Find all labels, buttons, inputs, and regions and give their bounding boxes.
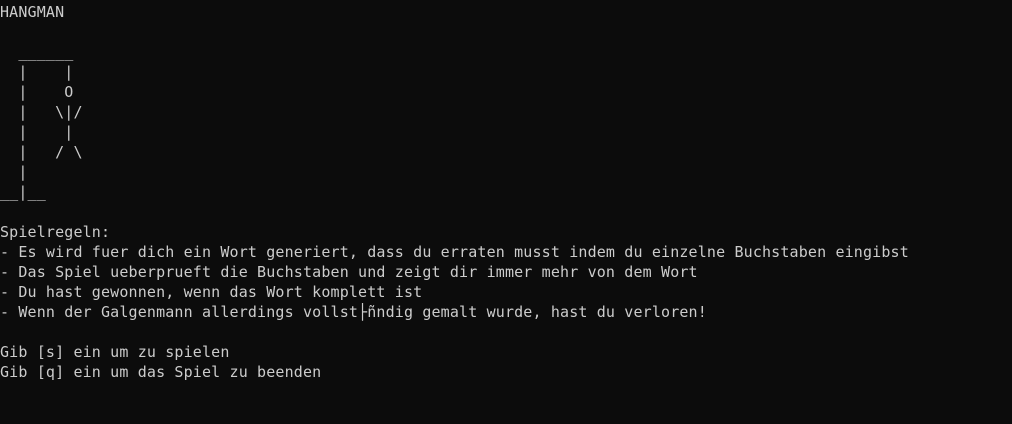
rule-item: - Wenn der Galgenmann allerdings vollst├… bbox=[0, 303, 707, 321]
app-title: HANGMAN bbox=[0, 3, 65, 21]
gallows-line: | | bbox=[0, 123, 74, 141]
gallows-line: __|__ bbox=[0, 183, 46, 201]
gallows-line: ______ bbox=[0, 43, 74, 61]
gallows-line: | | bbox=[0, 63, 74, 81]
rule-item: - Das Spiel ueberprueft die Buchstaben u… bbox=[0, 263, 698, 281]
gallows-line: | / \ bbox=[0, 143, 83, 161]
terminal-output: HANGMAN ______ | | | O | \|/ | | | / \ |… bbox=[0, 2, 1012, 424]
rules-heading: Spielregeln: bbox=[0, 223, 111, 241]
play-prompt: Gib [s] ein um zu spielen bbox=[0, 343, 230, 361]
gallows-line: | O bbox=[0, 83, 74, 101]
rule-item: - Es wird fuer dich ein Wort generiert, … bbox=[0, 243, 909, 261]
rule-item: - Du hast gewonnen, wenn das Wort komple… bbox=[0, 283, 423, 301]
gallows-line: | bbox=[0, 163, 28, 181]
gallows-line: | \|/ bbox=[0, 103, 83, 121]
quit-prompt: Gib [q] ein um das Spiel zu beenden bbox=[0, 363, 322, 381]
